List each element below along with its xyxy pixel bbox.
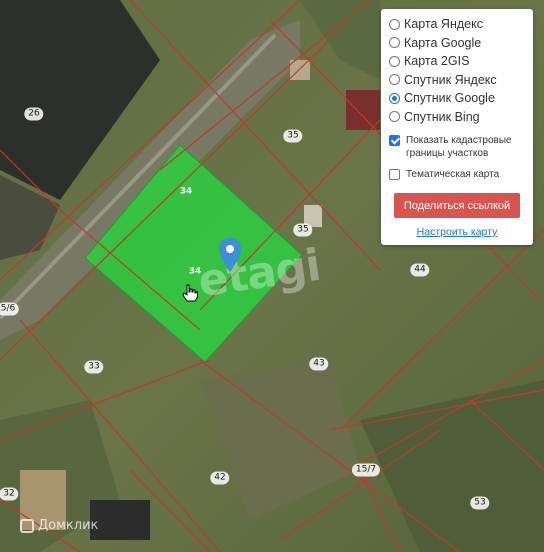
hand-cursor-icon bbox=[182, 284, 198, 302]
cadastral-label: Показать кадастровые границы участков bbox=[406, 135, 512, 159]
satellite-map[interactable]: 26 35 34 35 34 44 5/6 33 43 42 15/7 32 5… bbox=[0, 0, 544, 552]
radio-button[interactable] bbox=[389, 18, 400, 30]
cadastral-toggle[interactable]: Показать кадастровые границы участков bbox=[389, 134, 525, 160]
plot-label: 32 bbox=[0, 487, 19, 501]
plot-label: 34 bbox=[179, 186, 193, 197]
plot-label: 42 bbox=[210, 471, 230, 485]
map-type-label: Спутник Яндекс bbox=[404, 72, 497, 87]
radio-button[interactable] bbox=[389, 37, 400, 49]
plot-label: 35 bbox=[293, 223, 313, 237]
map-type-google-satellite[interactable]: Спутник Google bbox=[389, 89, 525, 108]
map-type-2gis-map[interactable]: Карта 2GIS bbox=[389, 52, 525, 71]
map-type-label: Карта 2GIS bbox=[404, 54, 470, 69]
location-pin-icon[interactable] bbox=[219, 238, 241, 272]
plot-label: 26 bbox=[24, 107, 44, 121]
domclick-watermark: Домклик bbox=[20, 518, 98, 533]
radio-button-selected[interactable] bbox=[389, 92, 400, 104]
map-settings-panel: Карта Яндекс Карта Google Карта 2GIS Спу… bbox=[381, 9, 533, 245]
radio-button[interactable] bbox=[389, 74, 400, 86]
thematic-label: Тематическая карта bbox=[406, 169, 500, 180]
map-type-yandex-satellite[interactable]: Спутник Яндекс bbox=[389, 71, 525, 90]
thematic-toggle[interactable]: Тематическая карта bbox=[389, 168, 525, 181]
share-link-button[interactable]: Поделиться ссылкой bbox=[394, 193, 520, 218]
map-type-label: Спутник Google bbox=[404, 91, 495, 106]
configure-map-link[interactable]: Настроить карту bbox=[389, 226, 525, 238]
domclick-logo-icon bbox=[20, 518, 34, 533]
radio-button[interactable] bbox=[389, 111, 400, 123]
cadastral-checkbox[interactable] bbox=[389, 135, 400, 146]
map-type-google-map[interactable]: Карта Google bbox=[389, 34, 525, 53]
plot-label: 53 bbox=[470, 496, 490, 510]
map-type-label: Спутник Bing bbox=[404, 109, 480, 124]
thematic-checkbox[interactable] bbox=[389, 169, 400, 180]
map-type-bing-satellite[interactable]: Спутник Bing bbox=[389, 108, 525, 127]
plot-label: 33 bbox=[84, 360, 104, 374]
plot-label: 35 bbox=[283, 129, 303, 143]
map-type-label: Карта Google bbox=[404, 35, 482, 50]
plot-label: 5/6 bbox=[0, 302, 20, 316]
plot-label: 43 bbox=[309, 357, 329, 371]
plot-label: 44 bbox=[410, 263, 430, 277]
map-type-label: Карта Яндекс bbox=[404, 17, 483, 32]
domclick-brand: Домклик bbox=[38, 518, 99, 533]
plot-label: 15/7 bbox=[351, 463, 381, 477]
radio-button[interactable] bbox=[389, 55, 400, 67]
map-type-yandex-map[interactable]: Карта Яндекс bbox=[389, 15, 525, 34]
